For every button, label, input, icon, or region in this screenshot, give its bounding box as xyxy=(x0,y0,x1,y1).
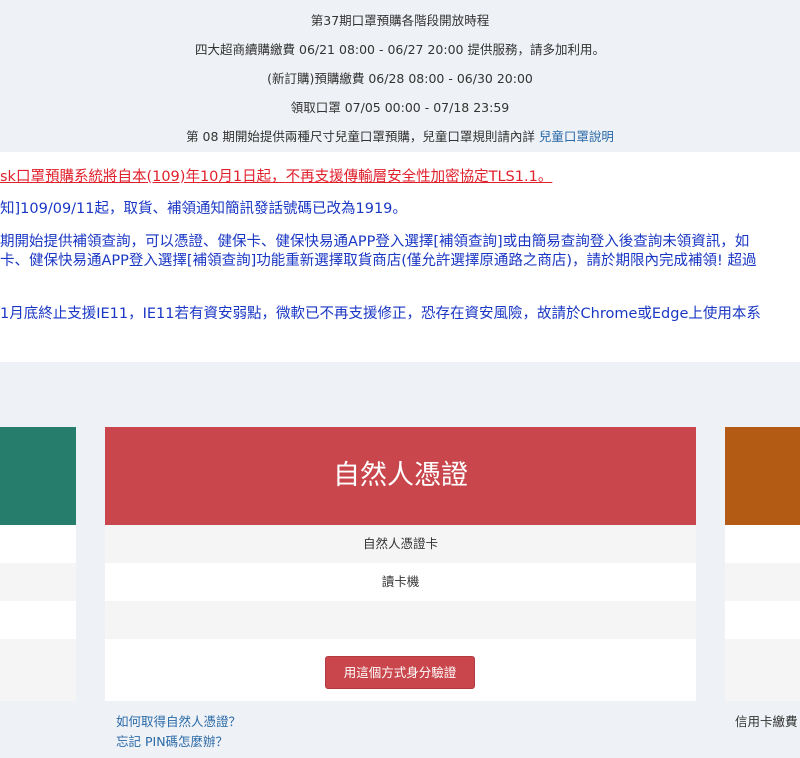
auth-card-left-row xyxy=(0,639,76,701)
credit-card-payment-text: 信用卡繳費 xyxy=(735,714,798,729)
auth-card-right-row xyxy=(725,601,800,639)
requirement-card: 自然人憑證卡 xyxy=(105,525,696,563)
verify-with-certificate-button[interactable]: 用這個方式身分驗證 xyxy=(325,656,475,689)
auth-card-right-row xyxy=(725,639,800,701)
tls-announcement-link[interactable]: sk口罩預購系統將自本(109)年10月1日起，不再支援傳輸層安全性加密協定TL… xyxy=(0,165,552,186)
auth-card-left-header xyxy=(0,427,76,525)
sms-number-announcement: 知]109/09/11起，取貨、補領通知簡訊發話號碼已改為1919。 xyxy=(0,201,407,217)
announcements-panel: sk口罩預購系統將自本(109)年10月1日起，不再支援傳輸層安全性加密協定TL… xyxy=(0,152,800,362)
notice-renewal-payment: 四大超商續購繳費 06/21 08:00 - 06/27 20:00 提供服務，… xyxy=(195,42,605,57)
auth-card-right-row xyxy=(725,563,800,601)
auth-card-left-row xyxy=(0,563,76,601)
auth-card-right-row xyxy=(725,525,800,563)
notice-new-order-payment: (新訂購)預購繳費 06/28 08:00 - 06/30 20:00 xyxy=(267,71,533,86)
requirement-reader: 讀卡機 xyxy=(105,563,696,601)
how-to-get-certificate-link[interactable]: 如何取得自然人憑證？ xyxy=(116,711,241,730)
reclaim-query-announcement-2: 卡、健保快易通APP登入選擇[補領查詢]功能重新選擇取貨商店(僅允許選擇原通路之… xyxy=(0,253,757,269)
requirement-empty-row xyxy=(105,601,696,639)
forgot-pin-link[interactable]: 忘記 PIN碼怎麼辦？ xyxy=(116,731,228,750)
ie11-announcement: 1月底終止支援IE11，IE11若有資安弱點，微軟已不再支援修正，恐存在資安風險… xyxy=(0,306,761,322)
citizen-certificate-card: 自然人憑證 自然人憑證卡 讀卡機 用這個方式身分驗證 xyxy=(105,427,696,701)
notice-child-mask: 第 08 期開始提供兩種尺寸兒童口罩預購，兒童口罩規則請內詳 兒童口罩說明 xyxy=(0,126,800,145)
auth-card-right[interactable] xyxy=(725,427,800,701)
reclaim-query-announcement-1: 期開始提供補領查詢，可以憑證、健保卡、健保快易通APP登入選擇[補領查詢]或由簡… xyxy=(0,234,750,250)
auth-card-left-row xyxy=(0,601,76,639)
schedule-notice: 第37期口罩預購各階段開放時程 四大超商續購繳費 06/21 08:00 - 0… xyxy=(0,0,800,152)
citizen-certificate-title: 自然人憑證 xyxy=(333,460,468,491)
notice-title: 第37期口罩預購各階段開放時程 xyxy=(310,13,490,28)
auth-card-right-header xyxy=(725,427,800,525)
auth-card-left-row xyxy=(0,525,76,563)
notice-child-mask-text: 第 08 期開始提供兩種尺寸兒童口罩預購，兒童口罩規則請內詳 xyxy=(186,129,539,144)
citizen-certificate-header: 自然人憑證 xyxy=(105,427,696,525)
auth-card-left[interactable] xyxy=(0,427,76,701)
notice-pickup-period: 領取口罩 07/05 00:00 - 07/18 23:59 xyxy=(290,100,510,115)
child-mask-info-link[interactable]: 兒童口罩說明 xyxy=(539,129,614,144)
